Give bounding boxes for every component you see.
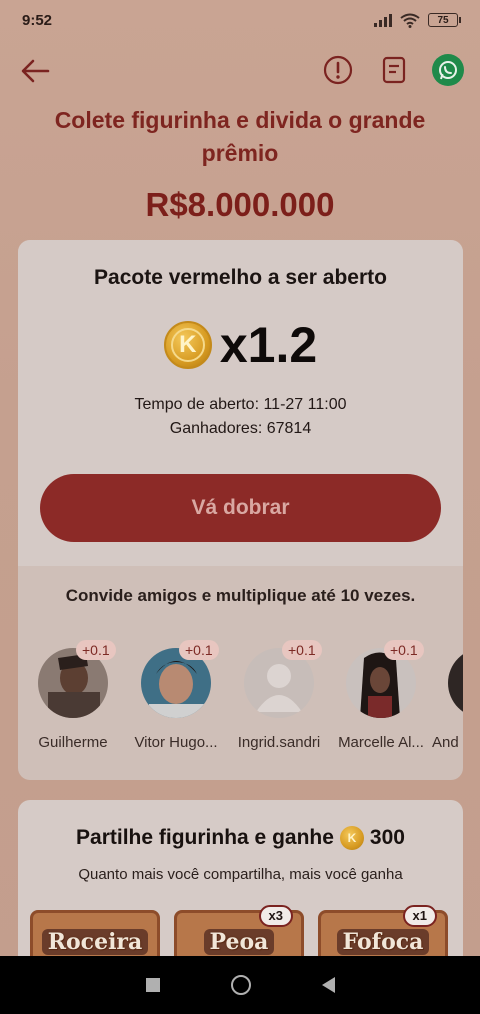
- recents-icon[interactable]: [145, 978, 160, 992]
- back-triangle-icon[interactable]: [321, 977, 335, 993]
- share-title-text: Partilhe figurinha e ganhe: [76, 826, 334, 849]
- sticker-count-badge: x1: [402, 905, 437, 927]
- whatsapp-button[interactable]: [432, 54, 464, 86]
- bonus-badge: +0.1: [179, 640, 219, 660]
- sticker-count-badge: x3: [258, 905, 293, 927]
- wifi-icon: [400, 13, 420, 28]
- bonus-badge: +0.1: [282, 640, 322, 660]
- back-arrow-icon[interactable]: [18, 54, 52, 88]
- k-coin-icon: K: [163, 321, 212, 369]
- top-nav: [0, 48, 480, 92]
- multiplier-value: x1.2: [219, 317, 318, 373]
- system-nav-bar: [0, 956, 480, 1014]
- status-bar: 9:52 75: [0, 0, 480, 40]
- friend-name: Guilherme: [38, 734, 108, 751]
- open-time: Tempo de aberto: 11-27 11:00: [134, 396, 347, 413]
- double-button[interactable]: Vá dobrar: [40, 474, 441, 542]
- multiplier-row: K x1.2: [18, 316, 463, 374]
- prize-amount: R$8.000.000: [145, 186, 335, 223]
- k-coin-icon: K: [339, 826, 364, 850]
- whatsapp-icon: [439, 61, 457, 80]
- friend-item[interactable]: And: [428, 640, 463, 760]
- signal-icon: [374, 13, 392, 27]
- sticker-label: Fofoca: [336, 929, 430, 955]
- document-icon[interactable]: [378, 54, 410, 86]
- red-packet-title: Pacote vermelho a ser aberto: [94, 266, 387, 289]
- friend-name: And: [432, 734, 459, 751]
- share-sticker-card: Partilhe figurinha e ganhe K 300 Quanto …: [18, 800, 463, 980]
- share-subtitle: Quanto mais você compartilha, mais você …: [78, 866, 403, 883]
- alert-icon[interactable]: [322, 54, 354, 86]
- sticker-label: Roceira: [41, 929, 149, 955]
- friend-name: Ingrid.sandri: [237, 734, 321, 751]
- red-packet-section: Pacote vermelho a ser aberto K x1.2 Temp…: [18, 240, 463, 566]
- share-title: Partilhe figurinha e ganhe K 300: [18, 826, 463, 850]
- invite-text: Convide amigos e multiplique até 10 veze…: [65, 586, 416, 605]
- friend-name: Vitor Hugo...: [134, 734, 218, 751]
- status-icons: 75: [374, 13, 461, 28]
- home-icon[interactable]: [230, 975, 251, 995]
- friend-name: Marcelle Al...: [338, 734, 424, 751]
- avatar: [448, 648, 463, 718]
- red-packet-card: Pacote vermelho a ser aberto K x1.2 Temp…: [18, 240, 463, 780]
- battery-icon: 75: [428, 13, 461, 27]
- battery-level: 75: [437, 14, 449, 26]
- sticker-label: Peoa: [203, 929, 275, 955]
- status-time: 9:52: [22, 11, 53, 29]
- page-title: Colete figurinha e divida o grande prêmi…: [54, 107, 426, 166]
- winners-count: Ganhadores: 67814: [169, 420, 312, 437]
- share-reward: 300: [369, 826, 405, 849]
- bonus-badge: +0.1: [384, 640, 424, 660]
- bonus-badge: +0.1: [76, 640, 116, 660]
- friends-list: +0.1 Guilherme +0.1 Vitor Hugo... +0.1 I…: [18, 640, 463, 760]
